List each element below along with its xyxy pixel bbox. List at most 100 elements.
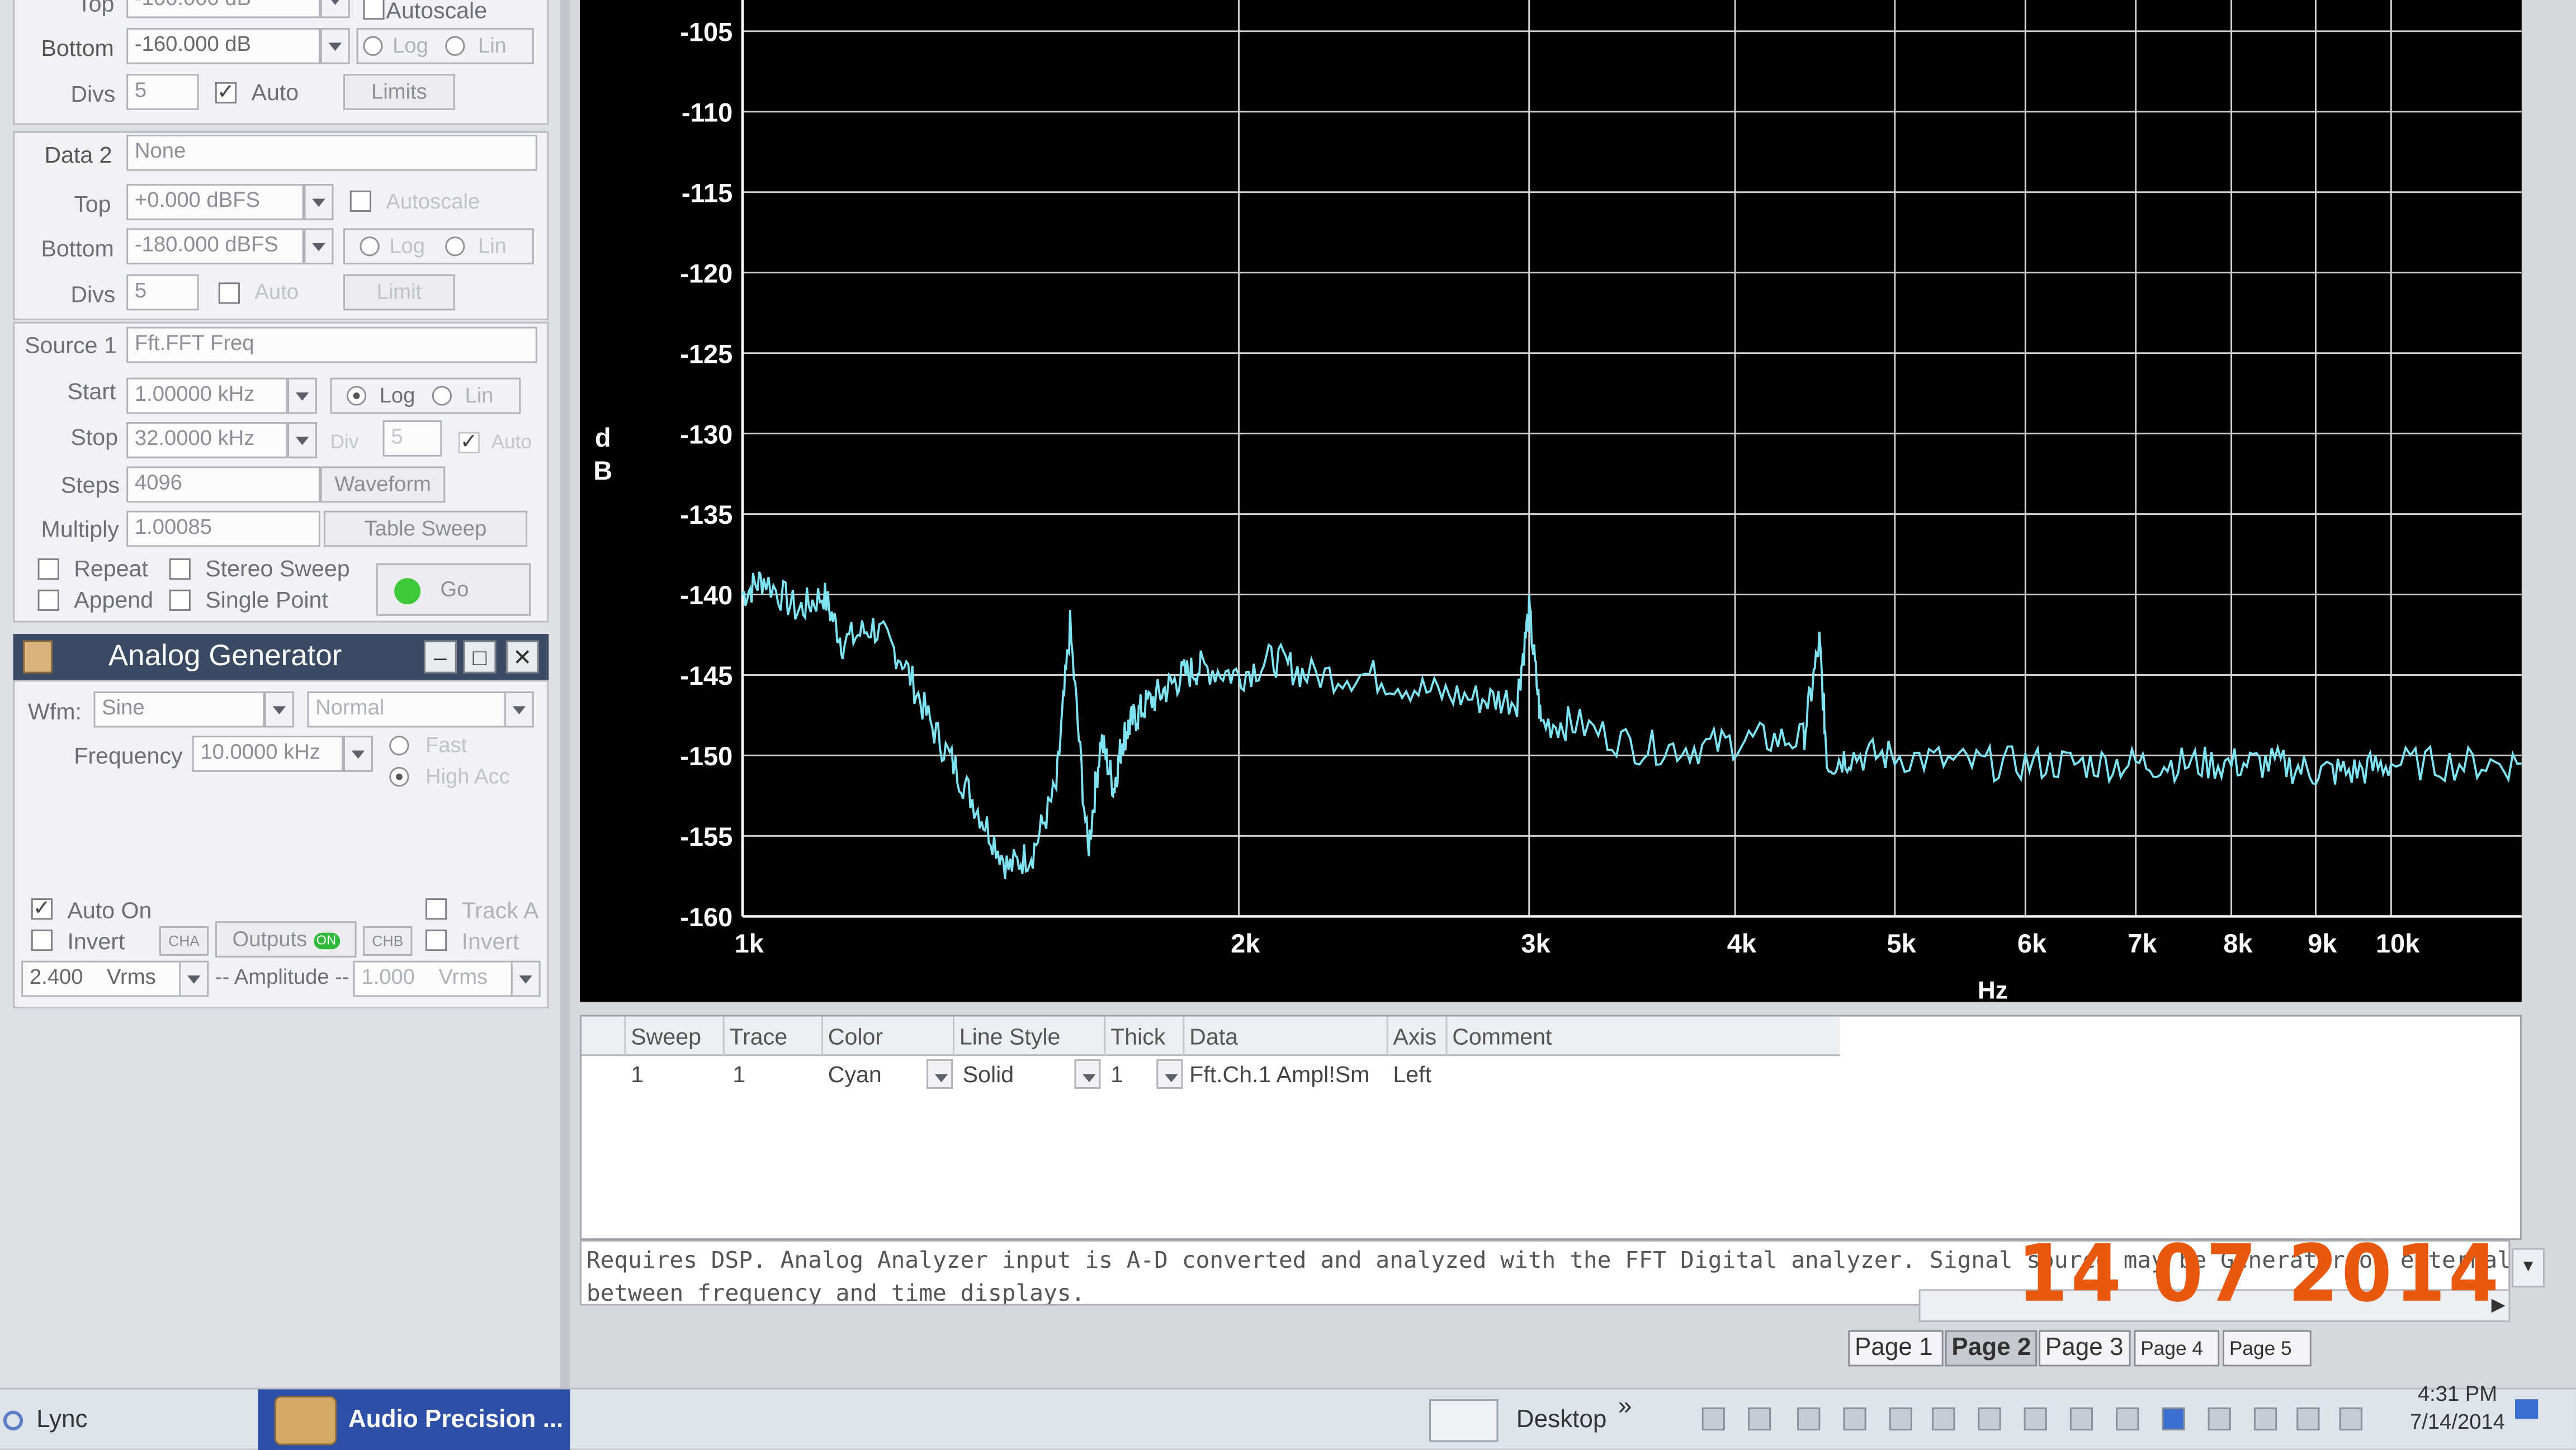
cha-button[interactable]: CHA bbox=[159, 926, 209, 956]
row-thick-dropdown[interactable] bbox=[1156, 1059, 1183, 1089]
taskbar-lync[interactable]: Lync bbox=[0, 1390, 247, 1450]
data2-limits-button[interactable]: Limit bbox=[343, 274, 455, 311]
steps-field[interactable]: 4096 bbox=[126, 466, 320, 503]
start-field[interactable]: 1.00000 kHz bbox=[126, 377, 288, 414]
lin-radio[interactable] bbox=[432, 386, 452, 406]
data2-divs-field[interactable]: 5 bbox=[126, 274, 199, 311]
close-icon[interactable]: ✕ bbox=[505, 640, 539, 674]
start-dropdown[interactable] bbox=[287, 377, 318, 414]
flag-icon[interactable] bbox=[2069, 1407, 2093, 1430]
auto-on-checkbox[interactable] bbox=[31, 895, 53, 921]
data2-bottom-field[interactable]: -180.000 dBFS bbox=[126, 228, 304, 265]
tray-network-icon[interactable] bbox=[1978, 1407, 2001, 1430]
col-axis[interactable]: Axis bbox=[1386, 1016, 1446, 1056]
amplitude-b-field[interactable]: 1.000 Vrms bbox=[353, 960, 514, 997]
analog-generator-titlebar[interactable]: Analog Generator – □ ✕ bbox=[13, 634, 549, 680]
stop-dropdown[interactable] bbox=[287, 422, 318, 458]
tray-monitor-icon[interactable] bbox=[1932, 1407, 1955, 1430]
data2-top-field[interactable]: +0.000 dBFS bbox=[126, 184, 304, 220]
tab-page-2[interactable]: Page 2 bbox=[1945, 1330, 2038, 1367]
data2-bottom-dropdown[interactable] bbox=[304, 228, 334, 265]
row-line-style-dropdown[interactable] bbox=[1074, 1059, 1101, 1089]
wfm-field[interactable]: Sine bbox=[93, 691, 265, 728]
desktop-label[interactable]: Desktop bbox=[1516, 1390, 1607, 1450]
col-thick[interactable]: Thick bbox=[1104, 1016, 1183, 1056]
outputs-button[interactable]: Outputs ON bbox=[215, 921, 357, 958]
amplitude-b-dropdown[interactable] bbox=[511, 960, 541, 997]
data1-log-radio[interactable] bbox=[363, 36, 383, 56]
keyboard-icon[interactable] bbox=[1429, 1399, 1499, 1442]
div-auto-checkbox[interactable] bbox=[458, 429, 480, 455]
tab-page-1[interactable]: Page 1 bbox=[1848, 1330, 1944, 1367]
data1-autoscale-checkbox[interactable] bbox=[363, 0, 385, 20]
taskbar-audio-precision[interactable]: Audio Precision ... bbox=[258, 1389, 570, 1450]
tray-app-icon-2[interactable] bbox=[1748, 1407, 1771, 1430]
data1-bottom-field[interactable]: -160.000 dB bbox=[126, 27, 320, 64]
col-data[interactable]: Data bbox=[1183, 1016, 1386, 1056]
maximize-icon[interactable]: □ bbox=[463, 640, 497, 674]
append-checkbox[interactable] bbox=[37, 589, 59, 611]
mode-field[interactable]: Normal bbox=[307, 691, 508, 728]
tray-app-icon-7[interactable] bbox=[2208, 1407, 2231, 1430]
tab-page-3[interactable]: Page 3 bbox=[2039, 1330, 2131, 1367]
volume-icon[interactable] bbox=[2339, 1407, 2362, 1430]
fft-graph[interactable]: -105 -110 -115 -120 -125 -130 -135 -140 -145 -150… bbox=[580, 0, 2522, 1002]
stereo-sweep-checkbox[interactable] bbox=[169, 558, 191, 580]
row-axis[interactable]: Left bbox=[1393, 1061, 1431, 1087]
invert-b-checkbox[interactable] bbox=[425, 929, 447, 951]
row-color[interactable]: Cyan bbox=[828, 1061, 882, 1087]
signal-icon[interactable] bbox=[2296, 1407, 2320, 1430]
amplitude-a-field[interactable]: 2.400 Vrms bbox=[21, 960, 183, 997]
chb-button[interactable]: CHB bbox=[363, 926, 413, 956]
track-a-checkbox[interactable] bbox=[425, 898, 447, 920]
data2-log-radio[interactable] bbox=[360, 236, 380, 257]
battery-icon[interactable] bbox=[2253, 1407, 2277, 1430]
div-field[interactable]: 5 bbox=[382, 420, 442, 457]
scroll-down-icon[interactable]: ▼ bbox=[2512, 1248, 2545, 1288]
table-sweep-button[interactable]: Table Sweep bbox=[323, 510, 528, 547]
data1-top-field[interactable]: -100.000 dB bbox=[126, 0, 320, 18]
tray-app-icon-4[interactable] bbox=[1889, 1407, 1912, 1430]
data1-bottom-dropdown[interactable] bbox=[320, 27, 350, 64]
data1-divs-field[interactable]: 5 bbox=[126, 74, 199, 110]
waveform-button[interactable]: Waveform bbox=[320, 466, 446, 503]
row-line-style[interactable]: Solid bbox=[963, 1061, 1014, 1087]
go-button[interactable]: Go bbox=[376, 563, 531, 616]
col-color[interactable]: Color bbox=[821, 1016, 953, 1056]
frequency-dropdown[interactable] bbox=[343, 736, 373, 772]
stop-field[interactable]: 32.0000 kHz bbox=[126, 422, 288, 458]
tray-app-icon-3[interactable] bbox=[1843, 1407, 1866, 1430]
multiply-field[interactable]: 1.00085 bbox=[126, 510, 320, 547]
col-comment[interactable]: Comment bbox=[1445, 1016, 1840, 1056]
data2-autoscale-checkbox[interactable] bbox=[349, 190, 371, 212]
show-desktop-icon[interactable] bbox=[2515, 1399, 2539, 1419]
tab-page-4[interactable]: Page 4 bbox=[2134, 1330, 2220, 1367]
row-data[interactable]: Fft.Ch.1 Ampl!Sm bbox=[1189, 1061, 1369, 1087]
source1-field[interactable]: Fft.FFT Freq bbox=[126, 326, 537, 363]
data2-auto-checkbox[interactable] bbox=[218, 282, 240, 304]
tray-app-icon-6[interactable] bbox=[2116, 1407, 2139, 1430]
data2-lin-radio[interactable] bbox=[445, 236, 465, 257]
tray-app-icon-1[interactable] bbox=[1701, 1407, 1725, 1430]
log-radio[interactable] bbox=[346, 386, 367, 406]
bluetooth-icon[interactable] bbox=[2162, 1407, 2185, 1430]
data2-top-dropdown[interactable] bbox=[304, 184, 334, 220]
invert-a-checkbox[interactable] bbox=[31, 929, 53, 951]
taskbar-clock[interactable]: 4:31 PM 7/14/2014 bbox=[2410, 1381, 2505, 1434]
amplitude-a-dropdown[interactable] bbox=[179, 960, 209, 997]
mode-dropdown[interactable] bbox=[504, 691, 534, 728]
col-sweep[interactable]: Sweep bbox=[624, 1016, 722, 1056]
tray-app-icon-5[interactable] bbox=[2024, 1407, 2047, 1430]
data1-auto-checkbox[interactable] bbox=[215, 79, 237, 105]
fast-radio[interactable] bbox=[389, 736, 409, 756]
data1-top-dropdown[interactable] bbox=[320, 0, 350, 18]
frequency-field[interactable]: 10.0000 kHz bbox=[192, 736, 344, 772]
row-thick[interactable]: 1 bbox=[1110, 1061, 1123, 1087]
single-point-checkbox[interactable] bbox=[169, 589, 191, 611]
repeat-checkbox[interactable] bbox=[37, 558, 59, 580]
data1-limits-button[interactable]: Limits bbox=[343, 74, 455, 110]
tray-cloud-icon[interactable] bbox=[1797, 1407, 1821, 1430]
data1-lin-radio[interactable] bbox=[445, 36, 465, 56]
tab-page-5[interactable]: Page 5 bbox=[2223, 1330, 2312, 1367]
col-trace[interactable]: Trace bbox=[722, 1016, 821, 1056]
